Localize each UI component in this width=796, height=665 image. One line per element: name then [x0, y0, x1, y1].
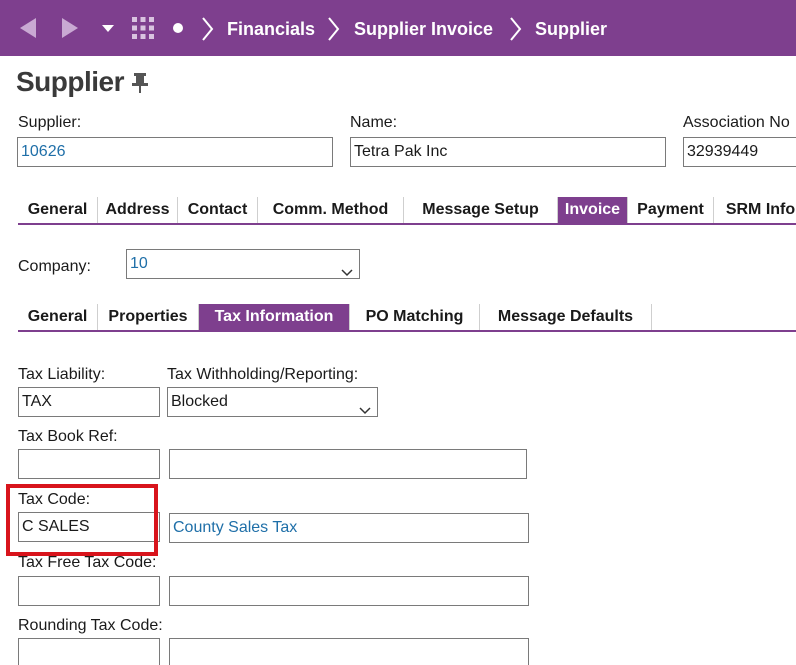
rounding-tax-code-field[interactable] — [18, 638, 160, 665]
tax-liability-label: Tax Liability: — [18, 366, 106, 383]
breadcrumb-supplier[interactable]: Supplier — [535, 19, 607, 40]
tax-book-ref-label: Tax Book Ref: — [18, 428, 118, 445]
breadcrumb-supplier-invoice[interactable]: Supplier Invoice — [354, 19, 493, 40]
chevron-down-icon — [341, 259, 353, 278]
supplier-field[interactable]: 10626 — [17, 137, 333, 167]
page-title: Supplier — [16, 66, 125, 97]
sub-tab-bar: General Properties Tax Information PO Ma… — [18, 304, 796, 332]
subtab-po-matching[interactable]: PO Matching — [350, 304, 480, 330]
breadcrumb-financials[interactable]: Financials — [227, 19, 315, 40]
tax-book-ref-field[interactable] — [18, 449, 160, 479]
company-label: Company: — [18, 258, 91, 275]
subtab-message-defaults[interactable]: Message Defaults — [480, 304, 652, 330]
tax-code-highlight-box — [6, 484, 158, 556]
tax-free-code-label: Tax Free Tax Code: — [18, 554, 157, 571]
company-value: 10 — [130, 255, 148, 272]
association-label: Association No — [683, 114, 790, 131]
chevron-right-icon — [200, 16, 214, 47]
tax-free-code-description[interactable] — [169, 576, 529, 606]
tab-general[interactable]: General — [18, 197, 98, 223]
dot-icon[interactable] — [170, 0, 186, 56]
tax-book-ref-description[interactable] — [169, 449, 527, 479]
tax-withholding-value: Blocked — [171, 393, 228, 410]
tab-comm-method[interactable]: Comm. Method — [258, 197, 404, 223]
rounding-tax-code-description[interactable] — [169, 638, 529, 665]
subtab-tax-information[interactable]: Tax Information — [199, 304, 350, 330]
tax-free-code-field[interactable] — [18, 576, 160, 606]
dropdown-caret-icon[interactable] — [98, 0, 118, 56]
tab-address[interactable]: Address — [98, 197, 178, 223]
chevron-right-icon — [326, 16, 340, 47]
tab-contact[interactable]: Contact — [178, 197, 258, 223]
tab-message-setup[interactable]: Message Setup — [404, 197, 558, 223]
tax-liability-field[interactable]: TAX — [18, 387, 160, 417]
back-arrow-icon[interactable] — [14, 0, 42, 56]
name-label: Name: — [350, 114, 398, 131]
rounding-tax-code-label: Rounding Tax Code: — [18, 617, 163, 634]
association-field[interactable]: 32939449 — [683, 137, 796, 167]
chevron-down-icon — [359, 397, 371, 416]
forward-arrow-icon[interactable] — [56, 0, 84, 56]
app-grid-icon[interactable] — [130, 0, 156, 56]
tab-payment[interactable]: Payment — [628, 197, 714, 223]
supplier-label: Supplier: — [18, 114, 82, 131]
main-tab-bar: General Address Contact Comm. Method Mes… — [18, 197, 796, 225]
top-navigation-bar: Financials Supplier Invoice Supplier — [0, 0, 796, 56]
subtab-general[interactable]: General — [18, 304, 98, 330]
tax-withholding-label: Tax Withholding/Reporting: — [167, 366, 359, 383]
subtab-properties[interactable]: Properties — [98, 304, 199, 330]
tax-withholding-select[interactable]: Blocked — [167, 387, 378, 417]
tax-code-description[interactable]: County Sales Tax — [169, 513, 529, 543]
chevron-right-icon — [508, 16, 522, 47]
tab-invoice[interactable]: Invoice — [558, 197, 628, 223]
pin-icon[interactable] — [130, 72, 150, 99]
name-field[interactable]: Tetra Pak Inc — [350, 137, 666, 167]
tab-srm-info[interactable]: SRM Info — [714, 197, 796, 223]
company-select[interactable]: 10 — [126, 249, 360, 279]
